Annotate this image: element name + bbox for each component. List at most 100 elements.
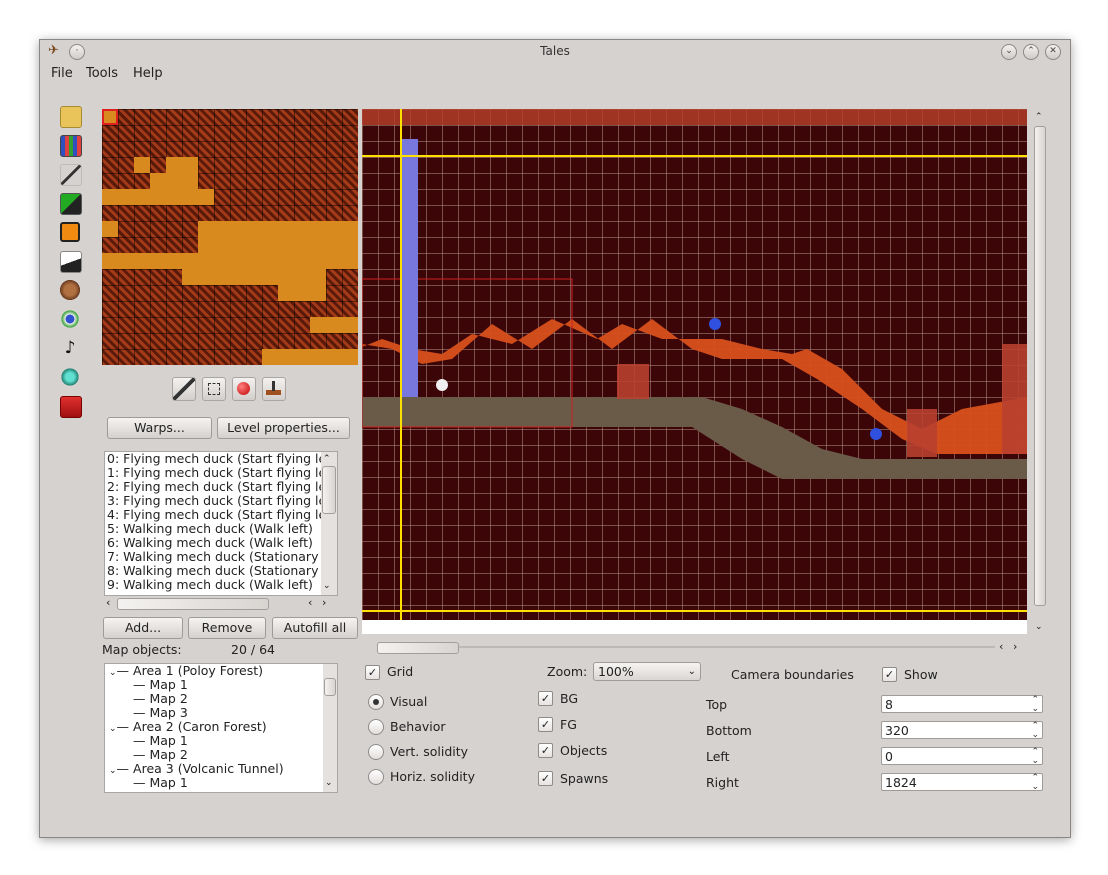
chevron-down-icon[interactable]: ⌄ — [109, 766, 117, 776]
select-tile-button[interactable] — [202, 377, 226, 401]
music-note-icon[interactable]: ♪ — [60, 338, 80, 358]
spin-arrows-icon[interactable]: ⌃ ⌄ — [1031, 748, 1039, 766]
add-button[interactable]: Add... — [103, 617, 183, 639]
camera-boundaries-label: Camera boundaries — [731, 667, 854, 682]
pointer-tool-icon[interactable] — [60, 106, 82, 128]
objects-hscroll[interactable]: ‹ ‹ › — [104, 596, 336, 611]
mode-visual-radio[interactable] — [368, 694, 384, 710]
map-objects-label: Map objects: — [102, 642, 182, 657]
tree-map-item[interactable]: — Map 1 — [105, 734, 337, 748]
scroll-right-icon[interactable]: › — [1013, 640, 1017, 653]
minimize-button[interactable]: ⌄ — [1001, 44, 1017, 60]
list-item[interactable]: 3: Flying mech duck (Start flying left? — [105, 494, 337, 508]
bottom-spinbox[interactable]: 320 ⌃ ⌄ — [881, 721, 1043, 740]
left-spinbox[interactable]: 0 ⌃ ⌄ — [881, 747, 1043, 766]
tree-map-item[interactable]: — Map 2 — [105, 748, 337, 762]
menu-file[interactable]: File — [51, 66, 73, 81]
zoom-select[interactable]: 100% ⌄ — [593, 662, 701, 681]
autofill-button[interactable]: Autofill all — [272, 617, 358, 639]
scroll-right-icon[interactable]: › — [322, 596, 326, 609]
draw-tile-button[interactable] — [172, 377, 196, 401]
list-item[interactable]: 1: Flying mech duck (Start flying left? — [105, 466, 337, 480]
spin-arrows-icon[interactable]: ⌃ ⌄ — [1031, 722, 1039, 740]
anchor-tile-button[interactable] — [262, 377, 286, 401]
pencil-tool-icon[interactable] — [60, 164, 82, 186]
spawns-checkbox[interactable]: ✓ — [538, 771, 553, 786]
map-hscroll[interactable]: ‹ › — [362, 640, 1027, 655]
grid-checkbox[interactable]: ✓ — [365, 665, 380, 680]
fill-tool-icon[interactable] — [60, 193, 82, 215]
tree-area-3[interactable]: ⌄— Area 3 (Volcanic Tunnel) — [105, 762, 337, 777]
scroll-left-icon[interactable]: ‹ — [308, 596, 312, 609]
spin-arrows-icon[interactable]: ⌃ ⌄ — [1031, 774, 1039, 792]
list-item[interactable]: 0: Flying mech duck (Start flying left? — [105, 452, 337, 466]
object-tool-icon[interactable] — [60, 222, 80, 242]
tree-map-item[interactable]: — Map 1 — [105, 776, 337, 790]
level-properties-button[interactable]: Level properties... — [217, 417, 350, 439]
slope-tool-icon[interactable] — [60, 251, 82, 273]
close-button[interactable]: ✕ — [1045, 44, 1061, 60]
mode-vert-solidity-label: Vert. solidity — [390, 744, 469, 759]
spawn-tool-icon[interactable] — [60, 309, 80, 329]
menu-help[interactable]: Help — [133, 66, 163, 81]
mode-behavior-radio[interactable] — [368, 719, 384, 735]
tileset-palette[interactable] — [102, 109, 358, 365]
map-hscroll-thumb[interactable] — [377, 642, 459, 654]
scroll-left-icon[interactable]: ‹ — [999, 640, 1003, 653]
right-spinbox[interactable]: 1824 ⌃ ⌄ — [881, 773, 1043, 792]
scroll-down-icon[interactable]: ⌄ — [1035, 622, 1043, 632]
scroll-left-icon[interactable]: ‹ — [106, 596, 110, 609]
tree-map-item[interactable]: — Map 2 — [105, 692, 337, 706]
mode-vert-solidity-radio[interactable] — [368, 744, 384, 760]
list-item[interactable]: 9: Walking mech duck (Walk left) — [105, 578, 337, 592]
top-spinbox[interactable]: 8 ⌃ ⌄ — [881, 695, 1043, 714]
menu-bar: File Tools Help — [40, 63, 1070, 85]
maximize-button[interactable]: ⌃ — [1023, 44, 1039, 60]
objects-vscroll[interactable]: ⌃ ⌄ — [321, 452, 337, 595]
list-item[interactable]: 5: Walking mech duck (Walk left) — [105, 522, 337, 536]
chevron-down-icon[interactable]: ⌄ — [109, 668, 117, 678]
fg-label: FG — [560, 717, 577, 732]
stamp-tile-button[interactable] — [232, 377, 256, 401]
objects-checkbox[interactable]: ✓ — [538, 743, 553, 758]
list-item[interactable]: 4: Flying mech duck (Start flying left? — [105, 508, 337, 522]
chevron-down-icon[interactable]: ⌄ — [109, 724, 117, 734]
map-canvas[interactable] — [362, 109, 1027, 620]
list-item[interactable]: 6: Walking mech duck (Walk left) — [105, 536, 337, 550]
tree-map-item[interactable]: — Map 1 — [105, 678, 337, 692]
tree-vscroll[interactable]: ⌄ — [323, 664, 337, 792]
camera-tool-icon[interactable] — [60, 396, 82, 418]
tree-area-2[interactable]: ⌄— Area 2 (Caron Forest) — [105, 720, 337, 735]
tile-grid-tool-icon[interactable] — [60, 135, 82, 157]
scroll-down-icon[interactable]: ⌄ — [323, 579, 331, 593]
bg-checkbox[interactable]: ✓ — [538, 691, 553, 706]
scroll-up-icon[interactable]: ⌃ — [1035, 112, 1043, 122]
menu-tools[interactable]: Tools — [86, 66, 118, 81]
list-item[interactable]: 7: Walking mech duck (Stationary rig — [105, 550, 337, 564]
map-objects-list[interactable]: 0: Flying mech duck (Start flying left? … — [104, 451, 338, 596]
objects-vscroll-thumb[interactable] — [322, 466, 336, 514]
title-bar: ✈ · Tales ⌄ ⌃ ✕ — [40, 40, 1070, 62]
scroll-down-icon[interactable]: ⌄ — [325, 776, 333, 790]
tree-area-1[interactable]: ⌄— Area 1 (Poloy Forest) — [105, 664, 337, 678]
mode-horiz-solidity-radio[interactable] — [368, 769, 384, 785]
right-label: Right — [706, 775, 739, 790]
warps-button[interactable]: Warps... — [107, 417, 212, 439]
grid-label: Grid — [387, 664, 414, 679]
warp-tool-icon[interactable] — [60, 280, 80, 300]
show-camera-checkbox[interactable]: ✓ — [882, 667, 897, 682]
map-vscroll[interactable]: ⌃ ⌄ — [1033, 112, 1047, 632]
area-tree[interactable]: ⌄— Area 1 (Poloy Forest) — Map 1 — Map 2… — [104, 663, 338, 793]
scroll-up-icon[interactable]: ⌃ — [323, 452, 331, 466]
map-viewport[interactable] — [362, 109, 1027, 634]
fg-checkbox[interactable]: ✓ — [538, 717, 553, 732]
tree-vscroll-thumb[interactable] — [324, 678, 336, 696]
list-item[interactable]: 8: Walking mech duck (Stationary rig — [105, 564, 337, 578]
gem-tool-icon[interactable] — [60, 367, 80, 387]
map-vscroll-thumb[interactable] — [1034, 126, 1046, 606]
remove-button[interactable]: Remove — [188, 617, 266, 639]
spin-arrows-icon[interactable]: ⌃ ⌄ — [1031, 696, 1039, 714]
objects-hscroll-thumb[interactable] — [117, 598, 269, 610]
list-item[interactable]: 2: Flying mech duck (Start flying left? — [105, 480, 337, 494]
tree-map-item[interactable]: — Map 3 — [105, 706, 337, 720]
